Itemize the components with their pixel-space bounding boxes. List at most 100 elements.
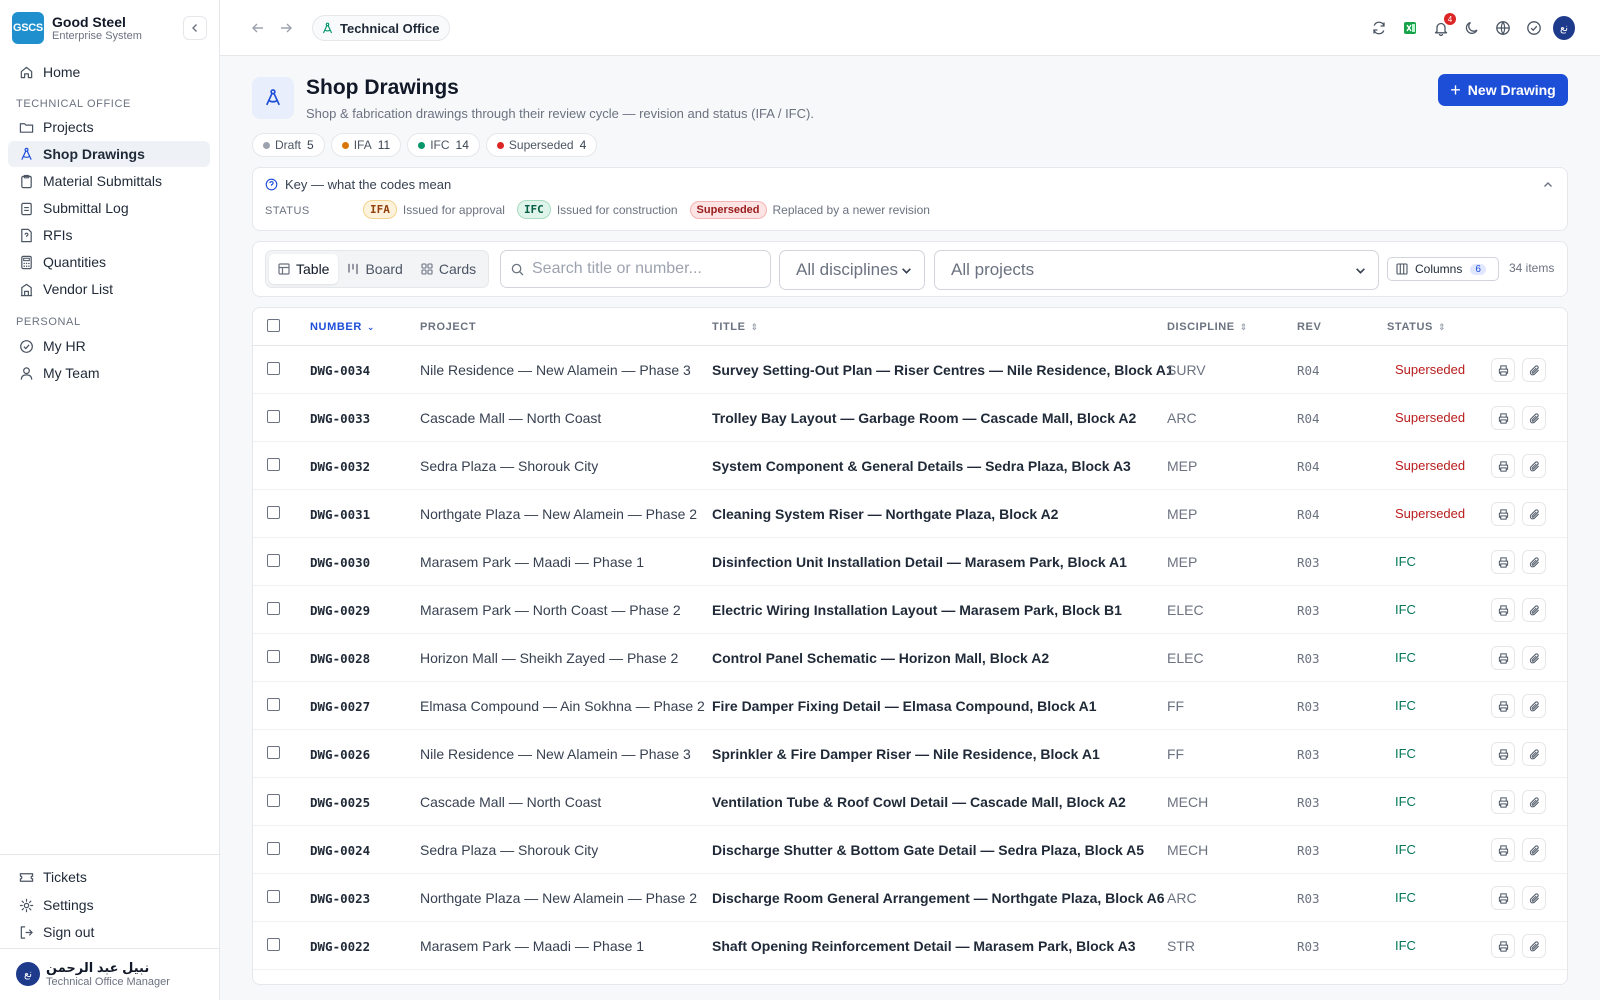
view-tab-cards[interactable]: Cards (412, 254, 485, 284)
row-checkbox[interactable] (267, 938, 280, 951)
breadcrumb[interactable]: Technical Office (312, 15, 451, 41)
column-header-status[interactable]: STATUS ⇕ (1387, 321, 1446, 333)
table-row[interactable]: DWG-0033 Cascade Mall — North Coast Trolle… (253, 394, 1567, 442)
sidebar-item-submittal-log[interactable]: Submittal Log (8, 195, 210, 221)
print-button[interactable] (1491, 646, 1515, 670)
sidebar-item-material-submittals[interactable]: Material Submittals (8, 168, 210, 194)
attachment-button[interactable] (1522, 694, 1546, 718)
status-chip-ifc[interactable]: IFC 14 (407, 133, 480, 157)
row-checkbox[interactable] (267, 650, 280, 663)
row-checkbox[interactable] (267, 698, 280, 711)
status-chip-draft[interactable]: Draft 5 (252, 133, 325, 157)
language-button[interactable] (1492, 17, 1514, 39)
row-checkbox[interactable] (267, 746, 280, 759)
drawing-number[interactable]: DWG-0026 (310, 747, 370, 762)
user-profile[interactable]: نع نبيل عبد الرحمن Technical Office Mana… (16, 960, 170, 989)
drawing-number[interactable]: DWG-0031 (310, 507, 370, 522)
table-row[interactable]: DWG-0030 Marasem Park — Maadi — Phase 1 Di… (253, 538, 1567, 586)
print-button[interactable] (1491, 886, 1515, 910)
drawing-number[interactable]: DWG-0029 (310, 603, 370, 618)
print-button[interactable] (1491, 742, 1515, 766)
sidebar-item-settings[interactable]: Settings (8, 892, 210, 918)
drawing-number[interactable]: DWG-0032 (310, 459, 370, 474)
sidebar-item-rfis[interactable]: RFIs (8, 222, 210, 248)
print-button[interactable] (1491, 598, 1515, 622)
sidebar-item-shop-drawings[interactable]: Shop Drawings (8, 141, 210, 167)
print-button[interactable] (1491, 454, 1515, 478)
row-checkbox[interactable] (267, 890, 280, 903)
print-button[interactable] (1491, 406, 1515, 430)
print-button[interactable] (1491, 934, 1515, 958)
print-button[interactable] (1491, 502, 1515, 526)
sidebar-item-vendor-list[interactable]: Vendor List (8, 276, 210, 302)
drawing-title[interactable]: Cleaning System Riser — Northgate Plaza,… (712, 506, 1058, 522)
attachment-button[interactable] (1522, 598, 1546, 622)
search-input[interactable] (532, 260, 752, 278)
table-row[interactable]: DWG-0031 Northgate Plaza — New Alamein — … (253, 490, 1567, 538)
drawing-title[interactable]: Trolley Bay Layout — Garbage Room — Casc… (712, 410, 1136, 426)
print-button[interactable] (1491, 358, 1515, 382)
status-chip-superseded[interactable]: Superseded 4 (485, 133, 598, 157)
attachment-button[interactable] (1522, 790, 1546, 814)
view-tab-board[interactable]: Board (338, 254, 411, 284)
drawing-title[interactable]: Disinfection Unit Installation Detail — … (712, 554, 1127, 570)
column-header-discipline[interactable]: DISCIPLINE ⇕ (1167, 321, 1248, 333)
sidebar-item-sign-out[interactable]: Sign out (8, 919, 210, 945)
drawing-number[interactable]: DWG-0028 (310, 651, 370, 666)
row-checkbox[interactable] (267, 842, 280, 855)
print-button[interactable] (1491, 790, 1515, 814)
table-row[interactable]: DWG-0022 Marasem Park — Maadi — Phase 1 Sh… (253, 922, 1567, 970)
row-checkbox[interactable] (267, 554, 280, 567)
drawing-number[interactable]: DWG-0034 (310, 363, 370, 378)
drawing-number[interactable]: DWG-0024 (310, 843, 370, 858)
collapse-key-button[interactable] (1543, 177, 1553, 193)
drawing-title[interactable]: Survey Setting-Out Plan — Riser Centres … (712, 362, 1174, 378)
row-checkbox[interactable] (267, 602, 280, 615)
sidebar-item-quantities[interactable]: Quantities (8, 249, 210, 275)
table-row[interactable]: DWG-0025 Cascade Mall — North Coast Ventil… (253, 778, 1567, 826)
table-row[interactable]: DWG-0029 Marasem Park — North Coast — Pha… (253, 586, 1567, 634)
column-header-title[interactable]: TITLE ⇕ (712, 321, 759, 333)
attachment-button[interactable] (1522, 934, 1546, 958)
drawing-title[interactable]: Ventilation Tube & Roof Cowl Detail — Ca… (712, 794, 1126, 810)
sidebar-item-projects[interactable]: Projects (8, 114, 210, 140)
attachment-button[interactable] (1522, 550, 1546, 574)
table-row[interactable]: DWG-0023 Northgate Plaza — New Alamein — … (253, 874, 1567, 922)
sidebar-item-my-hr[interactable]: My HR (8, 333, 210, 359)
print-button[interactable] (1491, 694, 1515, 718)
drawing-number[interactable]: DWG-0033 (310, 411, 370, 426)
attachment-button[interactable] (1522, 358, 1546, 382)
row-checkbox[interactable] (267, 410, 280, 423)
attachment-button[interactable] (1522, 454, 1546, 478)
key-header[interactable]: Key — what the codes mean (265, 177, 451, 192)
drawing-title[interactable]: Electric Wiring Installation Layout — Ma… (712, 602, 1122, 618)
discipline-select[interactable]: All disciplines (779, 250, 925, 290)
collapse-sidebar-button[interactable] (183, 16, 207, 40)
select-all-checkbox[interactable] (267, 319, 280, 332)
project-select[interactable]: All projects (934, 250, 1379, 290)
table-row[interactable]: DWG-0028 Horizon Mall — Sheikh Zayed — Ph… (253, 634, 1567, 682)
drawing-title[interactable]: Fire Damper Fixing Detail — Elmasa Compo… (712, 698, 1097, 714)
view-tab-table[interactable]: Table (269, 254, 339, 284)
notifications-button[interactable]: 4 (1430, 13, 1456, 39)
drawing-number[interactable]: DWG-0030 (310, 555, 370, 570)
drawing-title[interactable]: Discharge Shutter & Bottom Gate Detail —… (712, 842, 1144, 858)
sidebar-item-tickets[interactable]: Tickets (8, 864, 210, 890)
column-header-number[interactable]: NUMBER ⌄ (310, 321, 375, 333)
row-checkbox[interactable] (267, 362, 280, 375)
table-row[interactable]: DWG-0026 Nile Residence — New Alamein — P… (253, 730, 1567, 778)
drawing-number[interactable]: DWG-0023 (310, 891, 370, 906)
forward-button[interactable] (276, 18, 296, 38)
drawing-title[interactable]: System Component & General Details — Sed… (712, 458, 1131, 474)
drawing-number[interactable]: DWG-0025 (310, 795, 370, 810)
refresh-button[interactable] (1368, 17, 1390, 39)
status-chip-ifa[interactable]: IFA 11 (330, 133, 402, 157)
drawing-title[interactable]: Sprinkler & Fire Damper Riser — Nile Res… (712, 746, 1100, 762)
tasks-button[interactable] (1523, 17, 1545, 39)
attachment-button[interactable] (1522, 502, 1546, 526)
drawing-title[interactable]: Discharge Room General Arrangement — Nor… (712, 890, 1165, 906)
attachment-button[interactable] (1522, 838, 1546, 862)
row-checkbox[interactable] (267, 794, 280, 807)
attachment-button[interactable] (1522, 406, 1546, 430)
attachment-button[interactable] (1522, 742, 1546, 766)
